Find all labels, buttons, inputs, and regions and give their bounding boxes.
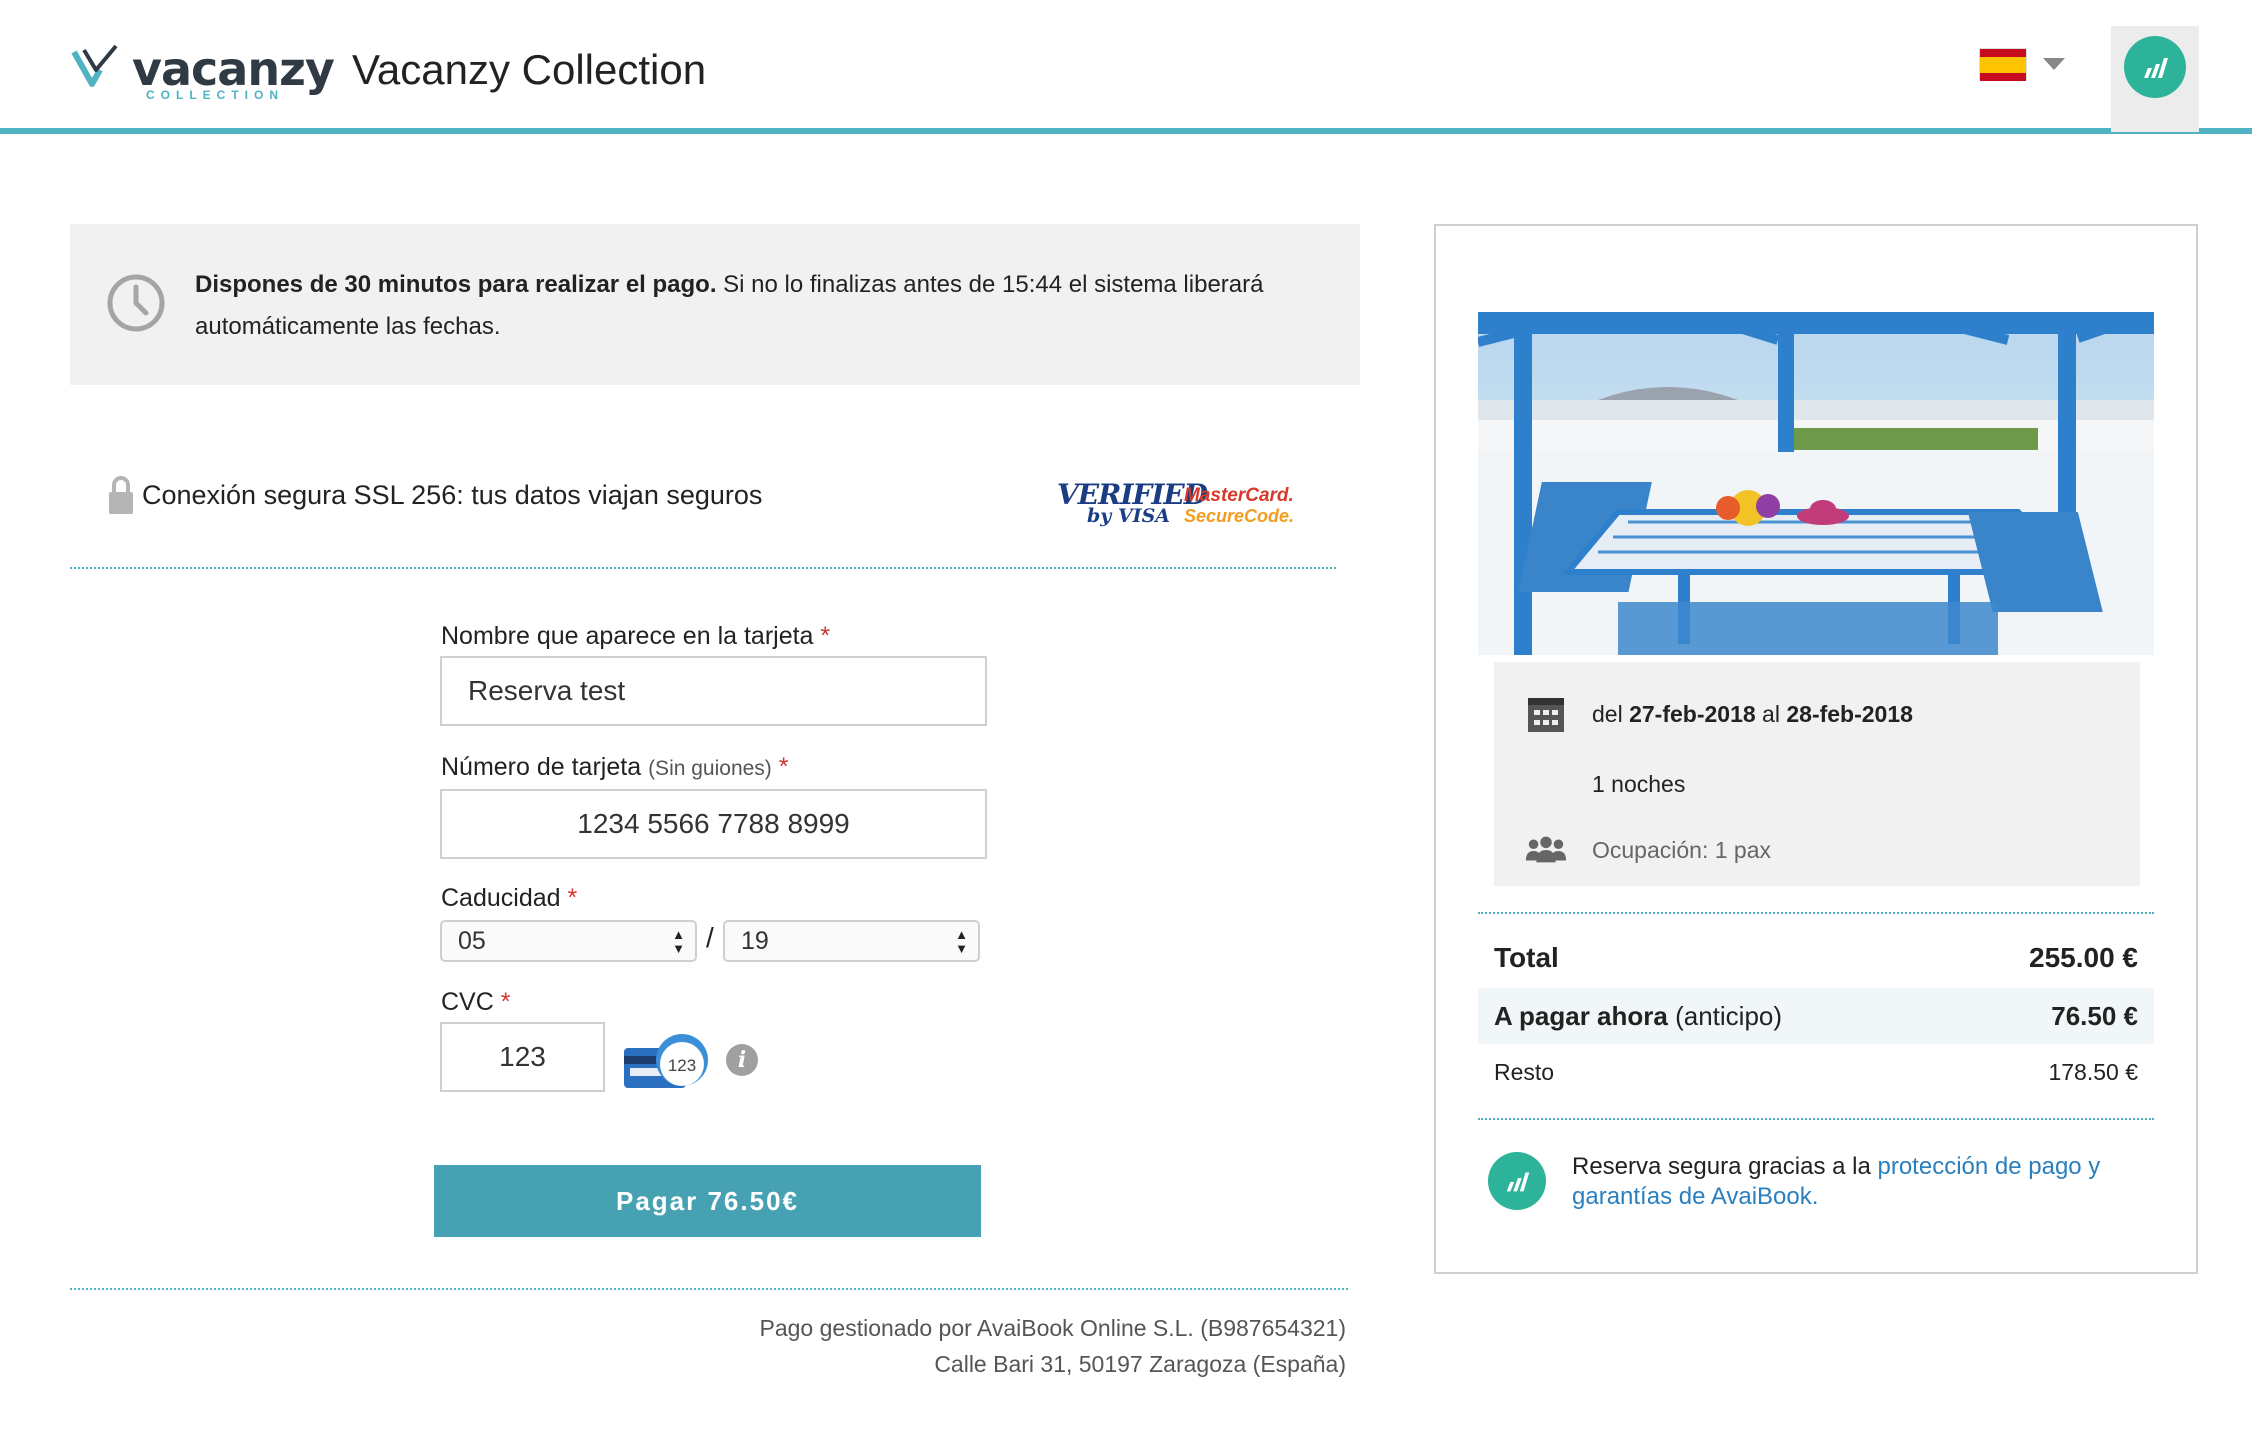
total-value: 255.00 €: [2029, 942, 2138, 973]
booking-summary-panel: del 27-feb-2018 al 28-feb-2018 1 noches: [1434, 224, 2198, 1274]
stay-dates-row: del 27-feb-2018 al 28-feb-2018: [1524, 692, 1913, 736]
guarantee-text: Reserva segura gracias a la protección d…: [1572, 1153, 2101, 1210]
cvc-card-icon: 123: [624, 1034, 708, 1088]
vacanzy-v-icon: [71, 44, 118, 87]
people-group-icon: [1524, 828, 1568, 872]
stay-details: del 27-feb-2018 al 28-feb-2018 1 noches: [1494, 662, 2140, 886]
payment-timer-banner: Dispones de 30 minutos para realizar el …: [70, 224, 1360, 385]
rest-label: Resto: [1494, 1058, 1555, 1085]
clock-icon: [107, 274, 165, 332]
lock-icon: [109, 476, 133, 514]
moon-icon: [1524, 762, 1568, 806]
pay-now-row: A pagar ahora (anticipo) 76.50 €: [1478, 988, 2154, 1044]
language-dropdown-caret-icon[interactable]: [2043, 58, 2065, 70]
date-to: 28-feb-2018: [1786, 700, 1913, 727]
avaibook-logo-icon: [1488, 1152, 1546, 1210]
stay-dates: del 27-feb-2018 al 28-feb-2018: [1592, 700, 1913, 727]
divider-bottom: [70, 1288, 1348, 1290]
pay-now-label: A pagar ahora (anticipo): [1494, 1000, 1783, 1031]
avaibook-badge[interactable]: [2111, 26, 2199, 132]
mastercard-securecode-logo: MasterCard. SecureCode.: [1184, 485, 1295, 527]
total-label: Total: [1494, 942, 1559, 973]
rest-value: 178.50 €: [2048, 1058, 2138, 1085]
select-arrows-icon: ▲ ▼: [672, 927, 685, 956]
payment-footer: Pago gestionado por AvaiBook Online S.L.…: [646, 1310, 1347, 1382]
avaibook-guarantee: Reserva segura gracias a la protección d…: [1488, 1152, 2152, 1212]
footer-address: Calle Bari 31, 50197 Zaragoza (España): [934, 1351, 1346, 1377]
vacanzy-logo[interactable]: vacanzy COLLECTION: [70, 40, 335, 102]
footer-company: Pago gestionado por AvaiBook Online S.L.…: [759, 1315, 1347, 1341]
secure-connection-text: Conexión segura SSL 256: tus datos viaja…: [142, 479, 763, 510]
property-photo: [1478, 312, 2154, 655]
stay-nights: 1 noches: [1592, 770, 1686, 797]
summary-divider-top: [1478, 912, 2154, 914]
logo-subtitle: COLLECTION: [146, 88, 284, 102]
pay-now-value: 76.50 €: [2051, 1000, 2138, 1031]
card-number-input[interactable]: 1234 5566 7788 8999: [440, 789, 987, 859]
cardholder-name-input[interactable]: Reserva test: [440, 656, 987, 726]
date-from: 27-feb-2018: [1629, 700, 1756, 727]
total-row: Total 255.00 €: [1478, 930, 2154, 986]
stay-occupancy-row: Ocupación: 1 pax: [1524, 828, 1771, 872]
calendar-icon: [1524, 692, 1568, 736]
stay-nights-row: 1 noches: [1524, 762, 1685, 806]
summary-divider-bottom: [1478, 1118, 2154, 1120]
expiry-year-select[interactable]: 19 ▲ ▼: [723, 920, 980, 962]
mastercard-line1: MasterCard.: [1184, 485, 1294, 506]
avaibook-logo-icon: [2124, 36, 2186, 98]
mastercard-line2: SecureCode.: [1184, 506, 1295, 526]
expiry-label: Caducidad *: [441, 884, 578, 912]
timer-message: Dispones de 30 minutos para realizar el …: [195, 264, 1325, 348]
cvc-card-hint: 123: [668, 1056, 696, 1075]
top-header: vacanzy COLLECTION Vacanzy Collection: [0, 0, 2252, 134]
cvc-info-icon[interactable]: i: [726, 1044, 758, 1076]
card-number-label: Número de tarjeta (Sin guiones) *: [441, 753, 789, 781]
card-number-hint: (Sin guiones): [648, 757, 772, 780]
pay-button[interactable]: Pagar 76.50€: [434, 1165, 981, 1237]
cvc-input[interactable]: 123: [440, 1022, 605, 1092]
divider-top: [70, 567, 1336, 569]
cardholder-name-label: Nombre que aparece en la tarjeta *: [441, 622, 831, 650]
cvc-label: CVC *: [441, 988, 511, 1016]
rest-row: Resto 178.50 €: [1478, 1044, 2154, 1100]
secure-connection: Conexión segura SSL 256: tus datos viaja…: [108, 474, 762, 516]
expiry-separator: /: [706, 922, 714, 953]
spain-flag-icon[interactable]: [1979, 48, 2027, 81]
logo-wordmark: vacanzy: [132, 42, 335, 96]
timer-message-bold: Dispones de 30 minutos para realizar el …: [195, 271, 717, 298]
expiry-month-select[interactable]: 05 ▲ ▼: [440, 920, 697, 962]
select-arrows-icon: ▲ ▼: [955, 927, 968, 956]
stay-occupancy: Ocupación: 1 pax: [1592, 836, 1772, 863]
site-title: Vacanzy Collection: [352, 46, 707, 93]
